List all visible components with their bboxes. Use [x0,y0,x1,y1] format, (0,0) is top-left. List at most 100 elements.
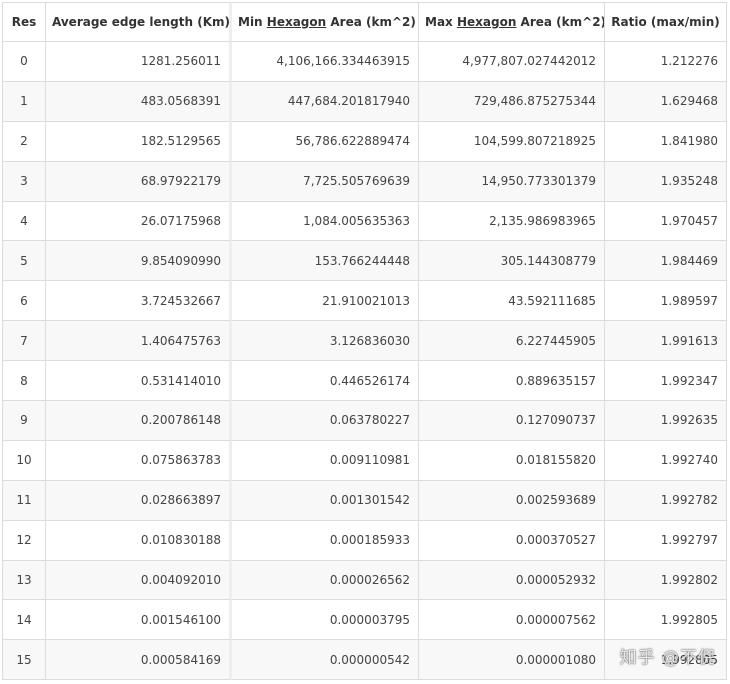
cell-avg-edge: 9.854090990 [46,241,232,282]
cell-res: 2 [2,121,46,162]
cell-ratio: 1.992805 [605,600,727,641]
cell-res: 0 [2,42,46,82]
cell-min-area: 0.063780227 [232,401,419,441]
table-row: 4 26.07175968 1,084.005635363 2,135.9869839… [2,201,727,242]
cell-res: 13 [2,560,46,601]
cell-max-area: 729,486.875275344 [419,81,605,122]
cell-max-area: 2,135.986983965 [419,201,605,242]
cell-min-area: 21.910021013 [232,281,419,322]
cell-min-area: 0.009110981 [232,440,419,481]
cell-avg-edge: 483.0568391 [46,81,232,122]
cell-avg-edge: 68.97922179 [46,161,232,202]
cell-min-area: 0.446526174 [232,361,419,402]
cell-avg-edge: 0.200786148 [46,401,232,441]
cell-res: 1 [2,81,46,122]
cell-max-area: 0.018155820 [419,440,605,481]
cell-max-area: 0.000052932 [419,560,605,601]
cell-min-area: 0.000000542 [232,640,419,681]
cell-ratio: 1.970457 [605,201,727,242]
cell-res: 8 [2,361,46,402]
table-row: 8 0.531414010 0.446526174 0.889635157 1.9923… [2,361,727,402]
cell-avg-edge: 0.000584169 [46,640,232,681]
cell-res: 11 [2,480,46,521]
cell-max-area: 4,977,807.027442012 [419,42,605,82]
cell-avg-edge: 0.001546100 [46,600,232,641]
table-header-row: Res Average edge length (Km) Min Hexagon… [2,2,727,42]
cell-avg-edge: 3.724532667 [46,281,232,322]
cell-avg-edge: 0.010830188 [46,520,232,561]
cell-avg-edge: 1.406475763 [46,321,232,362]
cell-ratio: 1.992797 [605,520,727,561]
cell-res: 14 [2,600,46,641]
cell-res: 9 [2,401,46,441]
cell-ratio: 1.935248 [605,161,727,202]
table-row: 15 0.000584169 0.000000542 0.000001080 1.992… [2,640,727,681]
cell-avg-edge: 0.004092010 [46,560,232,601]
cell-max-area: 6.227445905 [419,321,605,362]
cell-max-area: 0.889635157 [419,361,605,402]
cell-res: 10 [2,440,46,481]
cell-max-area: 0.000007562 [419,600,605,641]
table-row: 3 68.97922179 7,725.505769639 14,950.773301… [2,161,727,202]
header-max-prefix: Max [425,15,457,29]
h3-resolution-table: Res Average edge length (Km) Min Hexagon… [2,2,727,681]
table-row: 10 0.075863783 0.009110981 0.018155820 1.992… [2,440,727,481]
cell-res: 7 [2,321,46,362]
header-min-hexagon-area: Min Hexagon Area (km^2) [232,2,419,42]
cell-avg-edge: 0.028663897 [46,480,232,521]
cell-min-area: 1,084.005635363 [232,201,419,242]
cell-max-area: 0.127090737 [419,401,605,441]
cell-min-area: 0.001301542 [232,480,419,521]
table-body: 0 1281.256011 4,106,166.334463915 4,977,807… [2,42,727,681]
cell-min-area: 0.000185933 [232,520,419,561]
cell-ratio: 1.992782 [605,480,727,521]
header-res: Res [2,2,46,42]
cell-res: 4 [2,201,46,242]
cell-res: 3 [2,161,46,202]
header-min-prefix: Min [238,15,267,29]
cell-avg-edge: 0.075863783 [46,440,232,481]
cell-ratio: 1.991613 [605,321,727,362]
table-row: 14 0.001546100 0.000003795 0.000007562 1.992… [2,600,727,641]
cell-ratio: 1.629468 [605,81,727,122]
header-average-edge-length: Average edge length (Km) [46,2,232,42]
cell-res: 6 [2,281,46,322]
cell-ratio: 1.984469 [605,241,727,282]
header-min-suffix: Area (km^2) [326,15,416,29]
cell-avg-edge: 0.531414010 [46,361,232,402]
cell-min-area: 56,786.622889474 [232,121,419,162]
cell-ratio: 1.992740 [605,440,727,481]
cell-max-area: 0.002593689 [419,480,605,521]
cell-min-area: 447,684.201817940 [232,81,419,122]
cell-ratio: 1.212276 [605,42,727,82]
table-row: 5 9.854090990 153.766244448 305.144308779 1.… [2,241,727,282]
cell-min-area: 153.766244448 [232,241,419,282]
header-min-hexagon-link[interactable]: Hexagon [267,15,326,29]
cell-max-area: 305.144308779 [419,241,605,282]
cell-ratio: 1.841980 [605,121,727,162]
cell-avg-edge: 1281.256011 [46,42,232,82]
cell-res: 5 [2,241,46,282]
header-ratio: Ratio (max/min) [605,2,727,42]
cell-avg-edge: 26.07175968 [46,201,232,242]
cell-min-area: 0.000026562 [232,560,419,601]
table-row: 1 483.0568391 447,684.201817940 729,486.875… [2,81,727,122]
cell-ratio: 1.992635 [605,401,727,441]
cell-max-area: 43.592111685 [419,281,605,322]
header-max-suffix: Area (km^2) [516,15,605,29]
cell-max-area: 104,599.807218925 [419,121,605,162]
cell-ratio: 1.992347 [605,361,727,402]
cell-min-area: 4,106,166.334463915 [232,42,419,82]
table-row: 6 3.724532667 21.910021013 43.592111685 1.98… [2,281,727,322]
table-row: 12 0.010830188 0.000185933 0.000370527 1.992… [2,520,727,561]
cell-ratio: 1.992805 [605,640,727,681]
table-row: 13 0.004092010 0.000026562 0.000052932 1.992… [2,560,727,601]
header-max-hexagon-area: Max Hexagon Area (km^2) [419,2,605,42]
table-row: 9 0.200786148 0.063780227 0.127090737 1.9926… [2,401,727,441]
cell-max-area: 0.000370527 [419,520,605,561]
cell-min-area: 7,725.505769639 [232,161,419,202]
header-max-hexagon-link[interactable]: Hexagon [457,15,516,29]
table-row: 11 0.028663897 0.001301542 0.002593689 1.992… [2,480,727,521]
table-row: 0 1281.256011 4,106,166.334463915 4,977,807… [2,42,727,82]
cell-min-area: 0.000003795 [232,600,419,641]
